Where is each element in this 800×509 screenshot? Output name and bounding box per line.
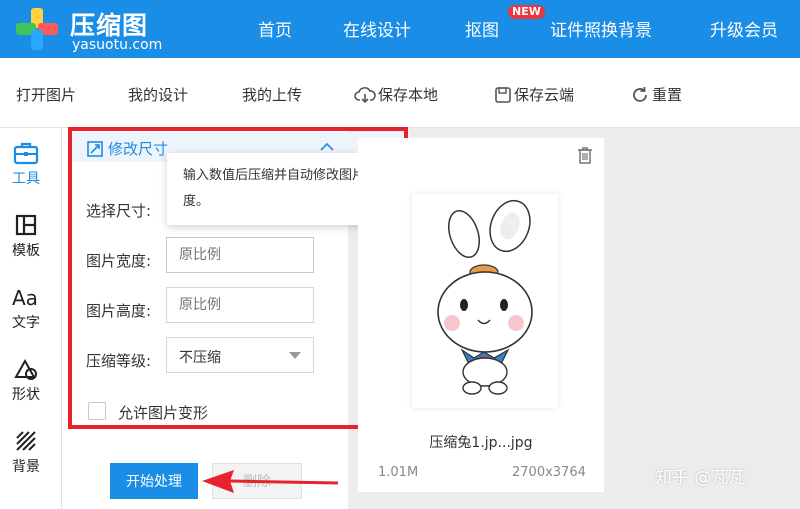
height-input[interactable] (166, 287, 314, 323)
zhihu-watermark: 知乎 @芃芃 (655, 468, 746, 488)
sidebar-label-shapes: 形状 (12, 387, 40, 403)
sidebar-label-text: 文字 (12, 315, 40, 331)
svg-text:Aa: Aa (12, 286, 38, 309)
top-nav-bar: 压缩图 yasuotu.com 首页 在线设计 抠图 NEW 证件照换背景 升级… (0, 0, 800, 58)
reset-button[interactable]: 重置 (630, 84, 682, 105)
sidebar-item-shapes[interactable]: 形状 (0, 356, 52, 404)
cloud-download-icon (354, 86, 376, 103)
sidebar-item-background[interactable]: 背景 (0, 428, 52, 476)
size-select-label: 选择尺寸: (86, 202, 152, 220)
sidebar-item-templates[interactable]: 模板 (0, 212, 52, 260)
nav-home[interactable]: 首页 (258, 16, 292, 41)
nav-online-design[interactable]: 在线设计 (343, 16, 411, 41)
rabbit-illustration-icon (437, 199, 533, 395)
allow-deform-checkbox[interactable] (88, 402, 106, 420)
image-thumbnail[interactable] (412, 194, 558, 408)
width-input[interactable] (166, 237, 314, 273)
image-card[interactable]: 压缩兔1.jp...jpg 1.01M 2700x3764 (358, 138, 604, 492)
new-badge: NEW (508, 5, 545, 19)
compress-level-select[interactable]: 不压缩 (166, 337, 314, 373)
toolbox-icon (13, 142, 39, 165)
my-design-button[interactable]: 我的设计 (128, 84, 188, 105)
sidebar-label-templates: 模板 (12, 243, 40, 259)
compress-level-label: 压缩等级: (86, 352, 152, 370)
refresh-icon (633, 86, 647, 102)
shapes-icon (14, 358, 37, 380)
sidebar-label-background: 背景 (12, 459, 40, 475)
text-icon: Aa (12, 286, 38, 309)
my-upload-label: 我的上传 (242, 86, 303, 104)
height-label: 图片高度: (86, 302, 152, 320)
chevron-up-icon[interactable] (320, 142, 334, 152)
my-design-label: 我的设计 (128, 86, 189, 104)
logo-cross-icon (16, 8, 58, 50)
open-image-label: 打开图片 (16, 86, 77, 104)
image-dimensions: 2700x3764 (512, 465, 586, 480)
sidebar-item-text[interactable]: Aa 文字 (0, 284, 52, 332)
left-sidebar: 工具 模板 Aa 文字 形状 背景 (0, 128, 62, 509)
open-image-button[interactable]: 打开图片 (16, 84, 76, 105)
nav-cutout[interactable]: 抠图 (465, 16, 499, 41)
background-icon (16, 431, 36, 451)
nav-id-photo-background[interactable]: 证件照换背景 (550, 16, 652, 41)
save-cloud-button[interactable]: 保存云端 (494, 84, 574, 105)
sidebar-item-tools[interactable]: 工具 (0, 140, 52, 188)
trash-icon[interactable] (577, 146, 593, 164)
image-filename: 压缩兔1.jp...jpg (429, 435, 533, 451)
compress-level-value: 不压缩 (179, 350, 221, 366)
brand-logo[interactable]: 压缩图 yasuotu.com (14, 4, 184, 54)
caret-down-icon (289, 352, 301, 359)
annotation-arrow-icon (202, 470, 339, 493)
editor-toolbar: 打开图片 我的设计 我的上传 保存本地 保存云端 重置 (0, 58, 800, 128)
my-upload-button[interactable]: 我的上传 (242, 84, 302, 105)
sidebar-label-tools: 工具 (12, 171, 40, 187)
reset-label: 重置 (652, 86, 683, 104)
template-icon (15, 214, 37, 236)
save-cloud-label: 保存云端 (514, 86, 575, 104)
start-processing-button[interactable]: 开始处理 (110, 463, 198, 499)
width-label: 图片宽度: (86, 252, 152, 270)
save-local-label: 保存本地 (378, 86, 439, 104)
save-disk-icon (495, 86, 511, 103)
nav-upgrade-member[interactable]: 升级会员 (710, 16, 778, 41)
brand-domain: yasuotu.com (72, 37, 163, 53)
image-filesize: 1.01M (378, 465, 419, 480)
save-local-button[interactable]: 保存本地 (354, 84, 438, 105)
panel-title-text: 修改尺寸 (108, 140, 169, 158)
resize-icon (87, 140, 103, 157)
panel-title: 修改尺寸 (86, 138, 168, 159)
allow-deform-label: 允许图片变形 (118, 404, 209, 422)
